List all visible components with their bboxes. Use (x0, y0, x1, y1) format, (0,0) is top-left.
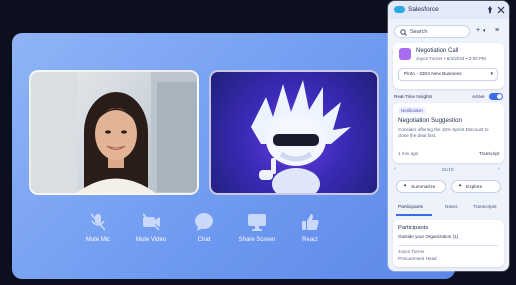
react-label: React (302, 237, 318, 243)
tab-transcripts[interactable]: Transcripts (473, 205, 497, 210)
insight-title: Negotiation Suggestion (398, 117, 462, 124)
next-insight-icon[interactable]: › (498, 166, 500, 172)
search-icon (400, 29, 407, 36)
explore-label: Explore (466, 184, 483, 190)
active-label: Active (472, 94, 485, 99)
chevron-down-icon[interactable]: ▾ (483, 28, 486, 34)
active-toggle[interactable] (489, 93, 503, 100)
panel-tabs: Participants Notes Transcripts (393, 202, 504, 216)
insight-pager: 01/10 (442, 167, 454, 172)
participant-video-woman (29, 70, 199, 195)
participants-card: Participants Outside your Organization (… (393, 220, 504, 267)
participant-name: Joyce Turner (398, 249, 425, 254)
add-icon[interactable]: + (476, 27, 480, 34)
meeting-card: Negotiation Call Joyce Turner • 8/4/2024… (393, 43, 504, 89)
menu-icon[interactable]: ≡ (495, 27, 499, 34)
monitor-icon (248, 214, 266, 231)
salesforce-cloud-icon (394, 6, 405, 13)
sparkle-icon: ✦ (403, 184, 408, 189)
meeting-subtitle: Joyce Turner • 8/4/2024 • 3:00 PM (416, 56, 486, 61)
panel-title: Salesforce (408, 6, 439, 13)
active-tab-indicator (396, 214, 432, 216)
divider (398, 245, 498, 246)
salesforce-panel: Salesforce Search + ▾ ≡ Negotiation Call… (388, 1, 509, 271)
video-muted-icon (142, 213, 160, 231)
pin-icon[interactable] (486, 6, 494, 14)
prev-insight-icon[interactable]: ‹ (394, 166, 396, 172)
notification-badge: Notification (398, 107, 426, 114)
summarize-button[interactable]: ✦ Summarize (396, 180, 446, 193)
participants-heading: Participants (398, 225, 429, 231)
explore-sparkle-icon: ✦ (458, 184, 463, 189)
participant-role: Procurement Head (398, 256, 437, 261)
search-input[interactable]: Search (394, 25, 470, 38)
insight-card: Notification Negotiation Suggestion Cons… (393, 103, 504, 163)
thumbs-up-icon (302, 214, 319, 230)
panel-header: Salesforce (388, 1, 509, 19)
tab-notes[interactable]: Notes (445, 205, 458, 210)
select-chevron-icon: ▾ (490, 71, 493, 77)
calendar-icon (399, 48, 411, 60)
tab-participants[interactable]: Participants (398, 205, 423, 210)
summarize-label: Summarize (411, 184, 436, 190)
mic-muted-icon (90, 213, 106, 231)
react-button[interactable]: React (278, 211, 342, 243)
meeting-title: Negotiation Call (416, 48, 459, 54)
search-placeholder: Search (410, 29, 428, 35)
deal-select[interactable]: Pinto - 3304 New Business ▾ (398, 68, 498, 81)
insight-body: Consider offering the 15% Sprint Discoun… (398, 127, 489, 138)
explore-button[interactable]: ✦ Explore (451, 180, 501, 193)
insight-time: 1 min ago (398, 151, 419, 156)
chat-bubble-icon (195, 213, 213, 231)
close-icon[interactable] (497, 6, 505, 14)
deal-select-value: Pinto - 3304 New Business (404, 72, 462, 77)
einstein-character (251, 80, 351, 193)
participants-org: Outside your Organization (1) (398, 234, 459, 239)
participant-portrait (31, 72, 197, 193)
transcript-link[interactable]: Transcript (479, 151, 499, 156)
participant-video-einstein-avatar (209, 70, 379, 195)
insights-header: Real-Time Insights (394, 94, 433, 99)
